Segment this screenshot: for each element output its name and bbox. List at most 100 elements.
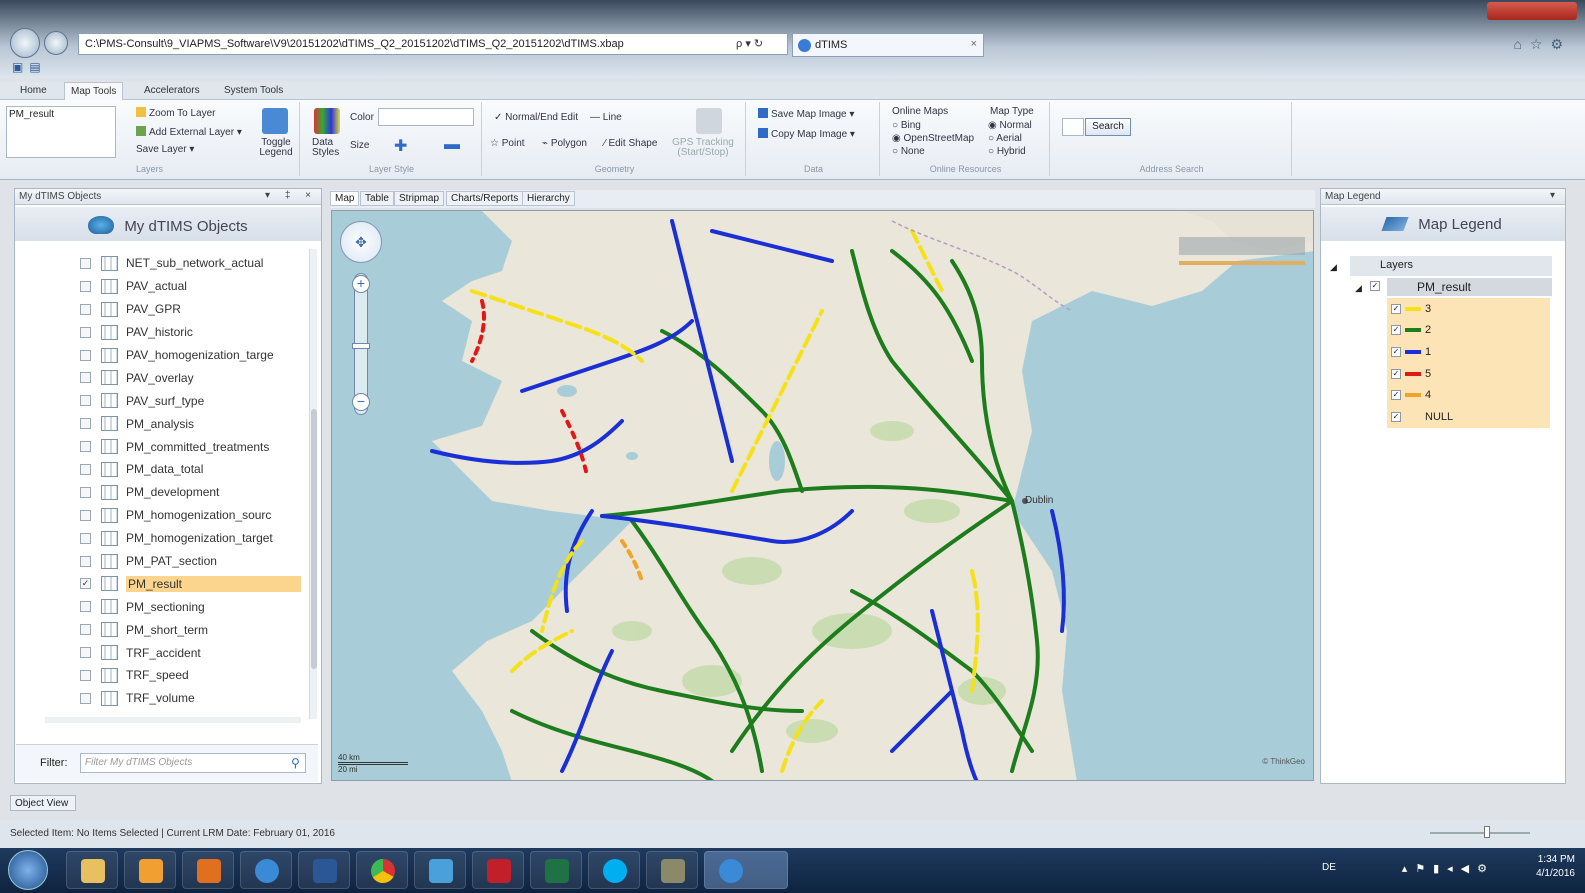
map-canvas[interactable]: Dublin [332, 211, 1314, 781]
normal-end-edit-button[interactable]: ✓ Normal/End Edit [494, 112, 578, 123]
legend-item[interactable]: ✓ 4 [1387, 384, 1550, 406]
filter-input[interactable]: Filter My dTIMS Objects [80, 753, 306, 773]
object-list-item[interactable]: PAV_homogenization_targe [80, 344, 306, 367]
object-checkbox[interactable] [80, 692, 91, 704]
gps-tracking-button[interactable]: GPS Tracking (Start/Stop) [672, 138, 734, 158]
legend-item[interactable]: ✓ 5 [1387, 363, 1550, 385]
copy-map-image-button[interactable]: Copy Map Image ▾ [758, 128, 855, 140]
taskbar-media[interactable] [182, 851, 234, 889]
browser-tools-icons[interactable]: ⌂☆⚙ [1513, 36, 1571, 53]
taskbar-chrome[interactable] [356, 851, 408, 889]
toggle-legend-icon[interactable] [262, 108, 288, 134]
address-controls[interactable]: ρ ▾ ↻ [736, 37, 763, 50]
save-map-image-button[interactable]: Save Map Image ▾ [758, 108, 854, 120]
taskbar-ie[interactable] [240, 851, 292, 889]
tab-accelerators[interactable]: Accelerators [138, 84, 206, 97]
object-list-item[interactable]: PM_development [80, 481, 306, 504]
quick-access-icons[interactable]: ▣▤ [12, 60, 47, 74]
gps-icon[interactable] [696, 108, 722, 134]
object-list-item[interactable]: PAV_overlay [80, 366, 306, 389]
object-list-item[interactable]: NET_sub_network_actual [80, 252, 306, 275]
legend-checkbox[interactable]: ✓ [1391, 390, 1401, 401]
object-checkbox[interactable] [80, 441, 91, 453]
object-checkbox[interactable] [80, 601, 91, 613]
legend-layers-node[interactable]: Layers [1350, 256, 1552, 276]
object-checkbox[interactable] [80, 624, 91, 636]
address-bar[interactable]: C:\PMS-Consult\9_VIAPMS_Software\V9\2015… [78, 33, 788, 55]
address-search-button[interactable]: Search [1085, 118, 1131, 136]
object-list-item[interactable]: PM_homogenization_sourc [80, 504, 306, 527]
status-zoom-thumb[interactable] [1484, 826, 1490, 838]
object-list-item[interactable]: PAV_actual [80, 275, 306, 298]
object-checkbox[interactable] [80, 532, 91, 544]
taskbar-acrobat[interactable] [472, 851, 524, 889]
object-view-tab[interactable]: Object View [10, 795, 76, 811]
language-indicator[interactable]: DE [1322, 862, 1336, 873]
polygon-button[interactable]: ⌁ Polygon [542, 138, 587, 149]
legend-item[interactable]: ✓ 3 [1387, 298, 1550, 320]
start-button[interactable] [8, 850, 48, 890]
search-icon[interactable]: ⚲ [291, 756, 300, 770]
objects-horizontal-scrollbar[interactable] [45, 717, 301, 723]
object-list-item[interactable]: ✓ PM_result [80, 572, 306, 595]
aerial-radio[interactable]: ○ Aerial [988, 133, 1022, 144]
object-checkbox[interactable] [80, 509, 91, 521]
object-list-item[interactable]: PM_PAT_section [80, 550, 306, 573]
tab-home[interactable]: Home [14, 84, 53, 97]
system-tray-icons[interactable]: ▴⚑▮◂◀⚙ [1402, 862, 1495, 875]
size-decrease-icon[interactable]: ▬ [444, 136, 460, 154]
object-list-item[interactable]: PAV_GPR [80, 298, 306, 321]
object-checkbox[interactable] [80, 647, 91, 659]
object-checkbox[interactable] [80, 395, 91, 407]
object-list-item[interactable]: PAV_surf_type [80, 389, 306, 412]
pan-control[interactable]: ✥ [340, 221, 382, 263]
status-zoom-slider[interactable] [1430, 826, 1530, 838]
tab-map-tools[interactable]: Map Tools [64, 82, 124, 101]
data-styles-button[interactable]: Data Styles [312, 138, 342, 158]
zoom-slider-thumb[interactable] [352, 343, 370, 349]
save-layer-button[interactable]: Save Layer ▾ [136, 144, 194, 155]
object-checkbox[interactable]: ✓ [80, 578, 91, 590]
object-list-item[interactable]: PM_short_term [80, 618, 306, 641]
legend-pm-result-node[interactable]: PM_result [1387, 278, 1552, 296]
point-button[interactable]: ☆ Point [490, 138, 525, 149]
object-checkbox[interactable] [80, 303, 91, 315]
objects-scroll-thumb[interactable] [311, 409, 317, 669]
taskbar-word[interactable] [298, 851, 350, 889]
back-button[interactable] [10, 28, 40, 58]
add-external-layer-button[interactable]: Add External Layer ▾ [136, 126, 242, 138]
legend-item[interactable]: ✓ NULL [1387, 406, 1550, 428]
object-list-item[interactable]: PM_homogenization_target [80, 527, 306, 550]
object-list-item[interactable]: PM_data_total [80, 458, 306, 481]
legend-checkbox[interactable]: ✓ [1391, 368, 1401, 379]
tab-stripmap[interactable]: Stripmap [394, 191, 445, 206]
tab-table[interactable]: Table [360, 191, 394, 206]
normal-radio[interactable]: ◉ Normal [988, 120, 1032, 131]
legend-checkbox[interactable]: ✓ [1391, 325, 1401, 336]
taskbar-app1[interactable] [414, 851, 466, 889]
legend-item[interactable]: ✓ 2 [1387, 320, 1550, 342]
map-view[interactable]: Dublin ✥ + − 40 km 20 mi © ThinkGeo [331, 210, 1314, 781]
object-list-item[interactable]: PM_committed_treatments [80, 435, 306, 458]
object-list-item[interactable]: PAV_historic [80, 321, 306, 344]
object-list-item[interactable]: TRF_accident [80, 641, 306, 664]
zoom-in-button[interactable]: + [352, 275, 370, 293]
color-dropdown[interactable] [378, 108, 474, 126]
zoom-out-button[interactable]: − [352, 393, 370, 411]
legend-checkbox[interactable]: ✓ [1391, 411, 1401, 422]
tab-map[interactable]: Map [330, 191, 360, 206]
object-checkbox[interactable] [80, 349, 91, 361]
taskbar-skype[interactable] [588, 851, 640, 889]
object-checkbox[interactable] [80, 280, 91, 292]
tab-hierarchy[interactable]: Hierarchy [522, 191, 575, 206]
objects-vertical-scrollbar[interactable] [309, 249, 317, 719]
object-list-item[interactable]: PM_analysis [80, 412, 306, 435]
taskbar-excel[interactable] [530, 851, 582, 889]
osm-radio[interactable]: ◉ OpenStreetMap [892, 133, 974, 144]
data-styles-icon[interactable] [314, 108, 340, 134]
clock[interactable]: 1:34 PM 4/1/2016 [1536, 853, 1575, 881]
address-search-input[interactable] [1062, 118, 1084, 136]
object-checkbox[interactable] [80, 372, 91, 384]
forward-button[interactable] [44, 31, 68, 55]
taskbar-explorer[interactable] [66, 851, 118, 889]
